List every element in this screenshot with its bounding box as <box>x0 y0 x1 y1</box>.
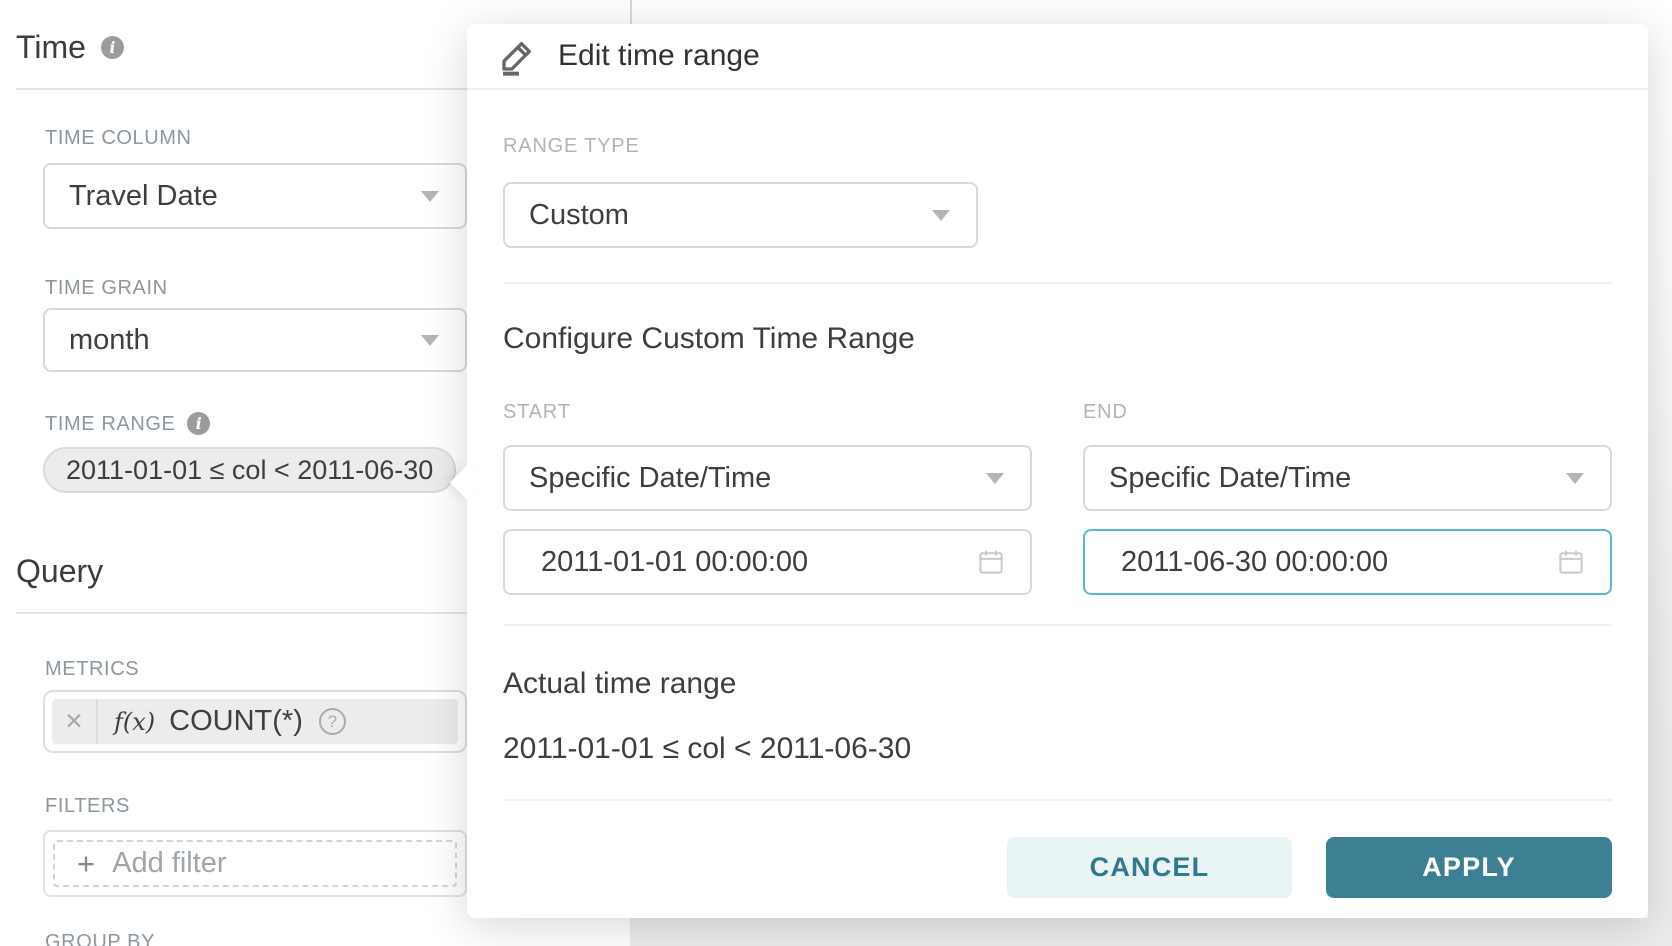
time-column-select[interactable]: Travel Date <box>43 163 467 229</box>
start-datetime-value: 2011-01-01 00:00:00 <box>541 546 808 579</box>
actual-time-range-value: 2011-01-01 ≤ col < 2011-06-30 <box>503 732 1612 766</box>
time-grain-select[interactable]: month <box>43 308 467 372</box>
end-mode-select[interactable]: Specific Date/Time <box>1083 445 1612 511</box>
metric-chip[interactable]: ✕ f(x) COUNT(*) ? <box>52 699 458 744</box>
time-grain-label-text: TIME GRAIN <box>45 277 168 299</box>
time-grain-label: TIME GRAIN <box>45 277 168 299</box>
section-divider <box>16 88 468 90</box>
divider <box>503 799 1612 801</box>
group-by-label: GROUP BY <box>45 931 155 946</box>
remove-metric-icon[interactable]: ✕ <box>52 699 98 744</box>
query-section-header: Query <box>16 554 103 588</box>
end-label: END <box>1083 402 1612 422</box>
start-label: START <box>503 402 1032 422</box>
start-datetime-input[interactable]: 2011-01-01 00:00:00 <box>503 529 1032 595</box>
modal-header: Edit time range <box>467 24 1648 90</box>
end-mode-value: Specific Date/Time <box>1109 462 1351 495</box>
range-type-select[interactable]: Custom <box>503 182 978 248</box>
configure-heading: Configure Custom Time Range <box>503 322 1612 356</box>
time-section-title: Time <box>16 30 86 64</box>
edit-time-range-modal: Edit time range RANGE TYPE Custom Config… <box>467 24 1648 918</box>
calendar-icon[interactable] <box>1556 547 1586 577</box>
chevron-down-icon <box>986 473 1004 484</box>
time-range-label-text: TIME RANGE <box>45 413 175 435</box>
end-datetime-value: 2011-06-30 00:00:00 <box>1121 546 1388 579</box>
query-section-title: Query <box>16 554 103 588</box>
metrics-label: METRICS <box>45 658 139 680</box>
modal-title: Edit time range <box>558 39 760 73</box>
chevron-down-icon <box>421 191 439 202</box>
cancel-button[interactable]: CANCEL <box>1007 837 1292 898</box>
filters-label-text: FILTERS <box>45 795 130 817</box>
end-column: END Specific Date/Time 2011-06-30 00:00:… <box>1083 402 1612 595</box>
time-section-header: Time i <box>16 30 124 64</box>
start-end-columns: START Specific Date/Time 2011-01-01 00:0… <box>503 402 1612 595</box>
group-by-label-text: GROUP BY <box>45 931 155 946</box>
range-type-label: RANGE TYPE <box>503 136 1612 156</box>
range-type-value: Custom <box>529 199 629 232</box>
time-range-label: TIME RANGE i <box>45 412 210 435</box>
end-datetime-input[interactable]: 2011-06-30 00:00:00 <box>1083 529 1612 595</box>
apply-button[interactable]: APPLY <box>1326 837 1612 898</box>
filters-control: + Add filter <box>43 830 467 897</box>
section-divider <box>16 612 468 614</box>
add-filter-button[interactable]: + Add filter <box>53 840 457 887</box>
time-column-value: Travel Date <box>69 180 218 213</box>
time-column-label-text: TIME COLUMN <box>45 127 192 149</box>
page: Time i TIME COLUMN Travel Date TIME GRAI… <box>0 0 1672 946</box>
chevron-down-icon <box>421 335 439 346</box>
function-icon: f(x) <box>114 708 155 736</box>
time-range-pill[interactable]: 2011-01-01 ≤ col < 2011-06-30 <box>43 447 456 493</box>
add-filter-label: Add filter <box>112 847 226 880</box>
start-mode-select[interactable]: Specific Date/Time <box>503 445 1032 511</box>
metrics-control[interactable]: ✕ f(x) COUNT(*) ? <box>43 690 467 753</box>
metric-name: COUNT(*) <box>169 705 303 738</box>
info-icon[interactable]: i <box>101 36 124 59</box>
modal-body: RANGE TYPE Custom Configure Custom Time … <box>467 136 1648 898</box>
actual-time-range-heading: Actual time range <box>503 667 1612 701</box>
plus-icon: + <box>77 848 95 879</box>
chevron-down-icon <box>932 210 950 221</box>
time-grain-value: month <box>69 324 150 357</box>
calendar-icon[interactable] <box>976 547 1006 577</box>
divider <box>503 282 1612 284</box>
start-mode-value: Specific Date/Time <box>529 462 771 495</box>
divider <box>503 624 1612 626</box>
metrics-label-text: METRICS <box>45 658 139 680</box>
time-column-label: TIME COLUMN <box>45 127 192 149</box>
modal-footer: CANCEL APPLY <box>503 837 1612 898</box>
info-icon[interactable]: i <box>187 412 210 435</box>
help-icon[interactable]: ? <box>319 708 346 735</box>
start-column: START Specific Date/Time 2011-01-01 00:0… <box>503 402 1032 595</box>
filters-label: FILTERS <box>45 795 130 817</box>
edit-pencil-icon <box>497 36 537 76</box>
chevron-down-icon <box>1566 473 1584 484</box>
